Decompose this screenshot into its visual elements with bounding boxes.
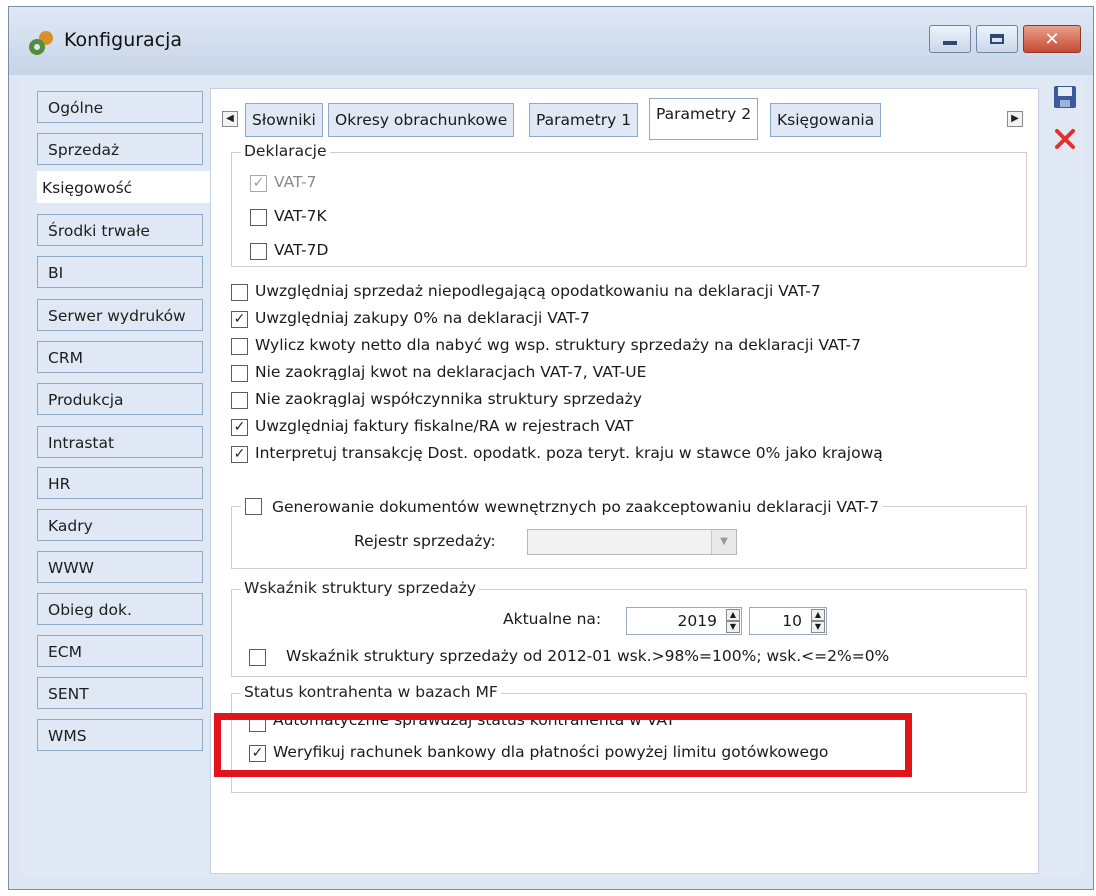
option-label: Wylicz kwoty netto dla nabyć wg wsp. str… — [255, 336, 861, 354]
option-checkbox[interactable]: ✓ — [231, 419, 248, 436]
wskaznik-2012-checkbox[interactable] — [249, 649, 266, 666]
option-label: Nie zaokrąglaj współczynnika struktury s… — [255, 390, 642, 408]
month-up-icon[interactable]: ▲ — [811, 609, 825, 621]
option-checkbox[interactable] — [231, 338, 248, 355]
nav-item-srodki-trwale[interactable]: Środki trwałe — [37, 214, 203, 246]
year-down-icon[interactable]: ▼ — [726, 621, 740, 633]
nav-item-sent[interactable]: SENT — [37, 677, 203, 709]
option-label: Interpretuj transakcję Dost. opodatk. po… — [255, 444, 883, 462]
nav-item-wms[interactable]: WMS — [37, 719, 203, 751]
minimize-button[interactable] — [929, 25, 971, 53]
tab-okresy-obrachunkowe[interactable]: Okresy obrachunkowe — [328, 103, 515, 137]
year-stepper[interactable]: 2019 ▲ ▼ — [626, 607, 742, 635]
tab-ksiegowania[interactable]: Księgowania — [770, 103, 882, 137]
generowanie-label: Generowanie dokumentów wewnętrznych po z… — [271, 497, 879, 516]
deklaracje-title: Deklaracje — [241, 142, 330, 160]
month-value: 10 — [782, 612, 802, 630]
month-stepper[interactable]: 10 ▲ ▼ — [749, 607, 827, 635]
option-label: Uwzględniaj faktury fiskalne/RA w rejest… — [255, 417, 634, 435]
nav-item-sprzedaz[interactable]: Sprzedaż — [37, 133, 203, 165]
generowanie-checkbox[interactable] — [245, 498, 262, 515]
nav-item-bi[interactable]: BI — [37, 256, 203, 288]
option-label: Nie zaokrąglaj kwot na deklaracjach VAT-… — [255, 363, 647, 381]
option-label: Uwzględniaj sprzedaż niepodlegającą opod… — [255, 282, 821, 300]
rejestr-sprzedazy-select[interactable]: ▼ — [527, 529, 737, 555]
maximize-button[interactable] — [976, 25, 1018, 53]
year-value: 2019 — [677, 612, 717, 630]
nav-item-kadry[interactable]: Kadry — [37, 509, 203, 541]
title-bar[interactable]: Konfiguracja ✕ — [9, 7, 1093, 75]
vat7d-label: VAT-7D — [274, 241, 329, 259]
tab-parametry-1[interactable]: Parametry 1 — [529, 103, 639, 137]
deklaracje-group — [231, 152, 1027, 267]
wskaznik-2012-label: Wskaźnik struktury sprzedaży od 2012-01 … — [286, 647, 890, 665]
vat7k-checkbox[interactable] — [250, 209, 267, 226]
vat7-label: VAT-7 — [274, 173, 317, 191]
nav-item-ecm[interactable]: ECM — [37, 635, 203, 667]
tab-slowniki[interactable]: Słowniki — [245, 103, 323, 137]
chevron-down-icon[interactable]: ▼ — [711, 530, 736, 554]
floppy-disk-icon[interactable] — [1051, 83, 1079, 111]
nav-item-serwer-wydrukow[interactable]: Serwer wydruków — [37, 299, 203, 331]
gear-icon — [29, 31, 53, 55]
option-checkbox[interactable] — [231, 284, 248, 301]
nav-item-hr[interactable]: HR — [37, 467, 203, 499]
close-button[interactable]: ✕ — [1023, 25, 1081, 53]
maximize-icon — [990, 34, 1004, 44]
month-down-icon[interactable]: ▼ — [811, 621, 825, 633]
nav-item-ksiegowosc[interactable]: Księgowość — [37, 171, 217, 203]
cancel-icon[interactable] — [1051, 125, 1079, 153]
nav-item-www[interactable]: WWW — [37, 551, 203, 583]
tabs-scroll-right-button[interactable]: ▶ — [1007, 111, 1023, 127]
nav-item-intrastat[interactable]: Intrastat — [37, 426, 203, 458]
status-title: Status kontrahenta w bazach MF — [241, 683, 501, 701]
nav-item-ogolne[interactable]: Ogólne — [37, 91, 203, 123]
generowanie-header: Generowanie dokumentów wewnętrznych po z… — [241, 497, 883, 516]
window-title: Konfiguracja — [64, 29, 183, 51]
option-checkbox[interactable]: ✓ — [231, 446, 248, 463]
tabs-scroll-left-button[interactable]: ◀ — [222, 111, 238, 127]
minimize-icon — [943, 41, 957, 45]
vat7d-checkbox[interactable] — [250, 243, 267, 260]
vat7k-label: VAT-7K — [274, 207, 327, 225]
nav-item-obieg-dok[interactable]: Obieg dok. — [37, 593, 203, 625]
nav-item-crm[interactable]: CRM — [37, 341, 203, 373]
vat7-checkbox: ✓ — [250, 175, 267, 192]
rejestr-sprzedazy-label: Rejestr sprzedaży: — [354, 532, 496, 550]
option-checkbox[interactable] — [231, 365, 248, 382]
highlight-frame — [214, 713, 912, 777]
wskaznik-title: Wskaźnik struktury sprzedaży — [241, 579, 480, 597]
aktualne-na-label: Aktualne na: — [503, 610, 602, 628]
option-checkbox[interactable] — [231, 392, 248, 409]
tab-parametry-2[interactable]: Parametry 2 — [649, 98, 759, 140]
option-checkbox[interactable]: ✓ — [231, 311, 248, 328]
year-up-icon[interactable]: ▲ — [726, 609, 740, 621]
nav-item-produkcja[interactable]: Produkcja — [37, 383, 203, 415]
close-icon: ✕ — [1044, 28, 1060, 50]
option-label: Uwzględniaj zakupy 0% na deklaracji VAT-… — [255, 309, 590, 327]
